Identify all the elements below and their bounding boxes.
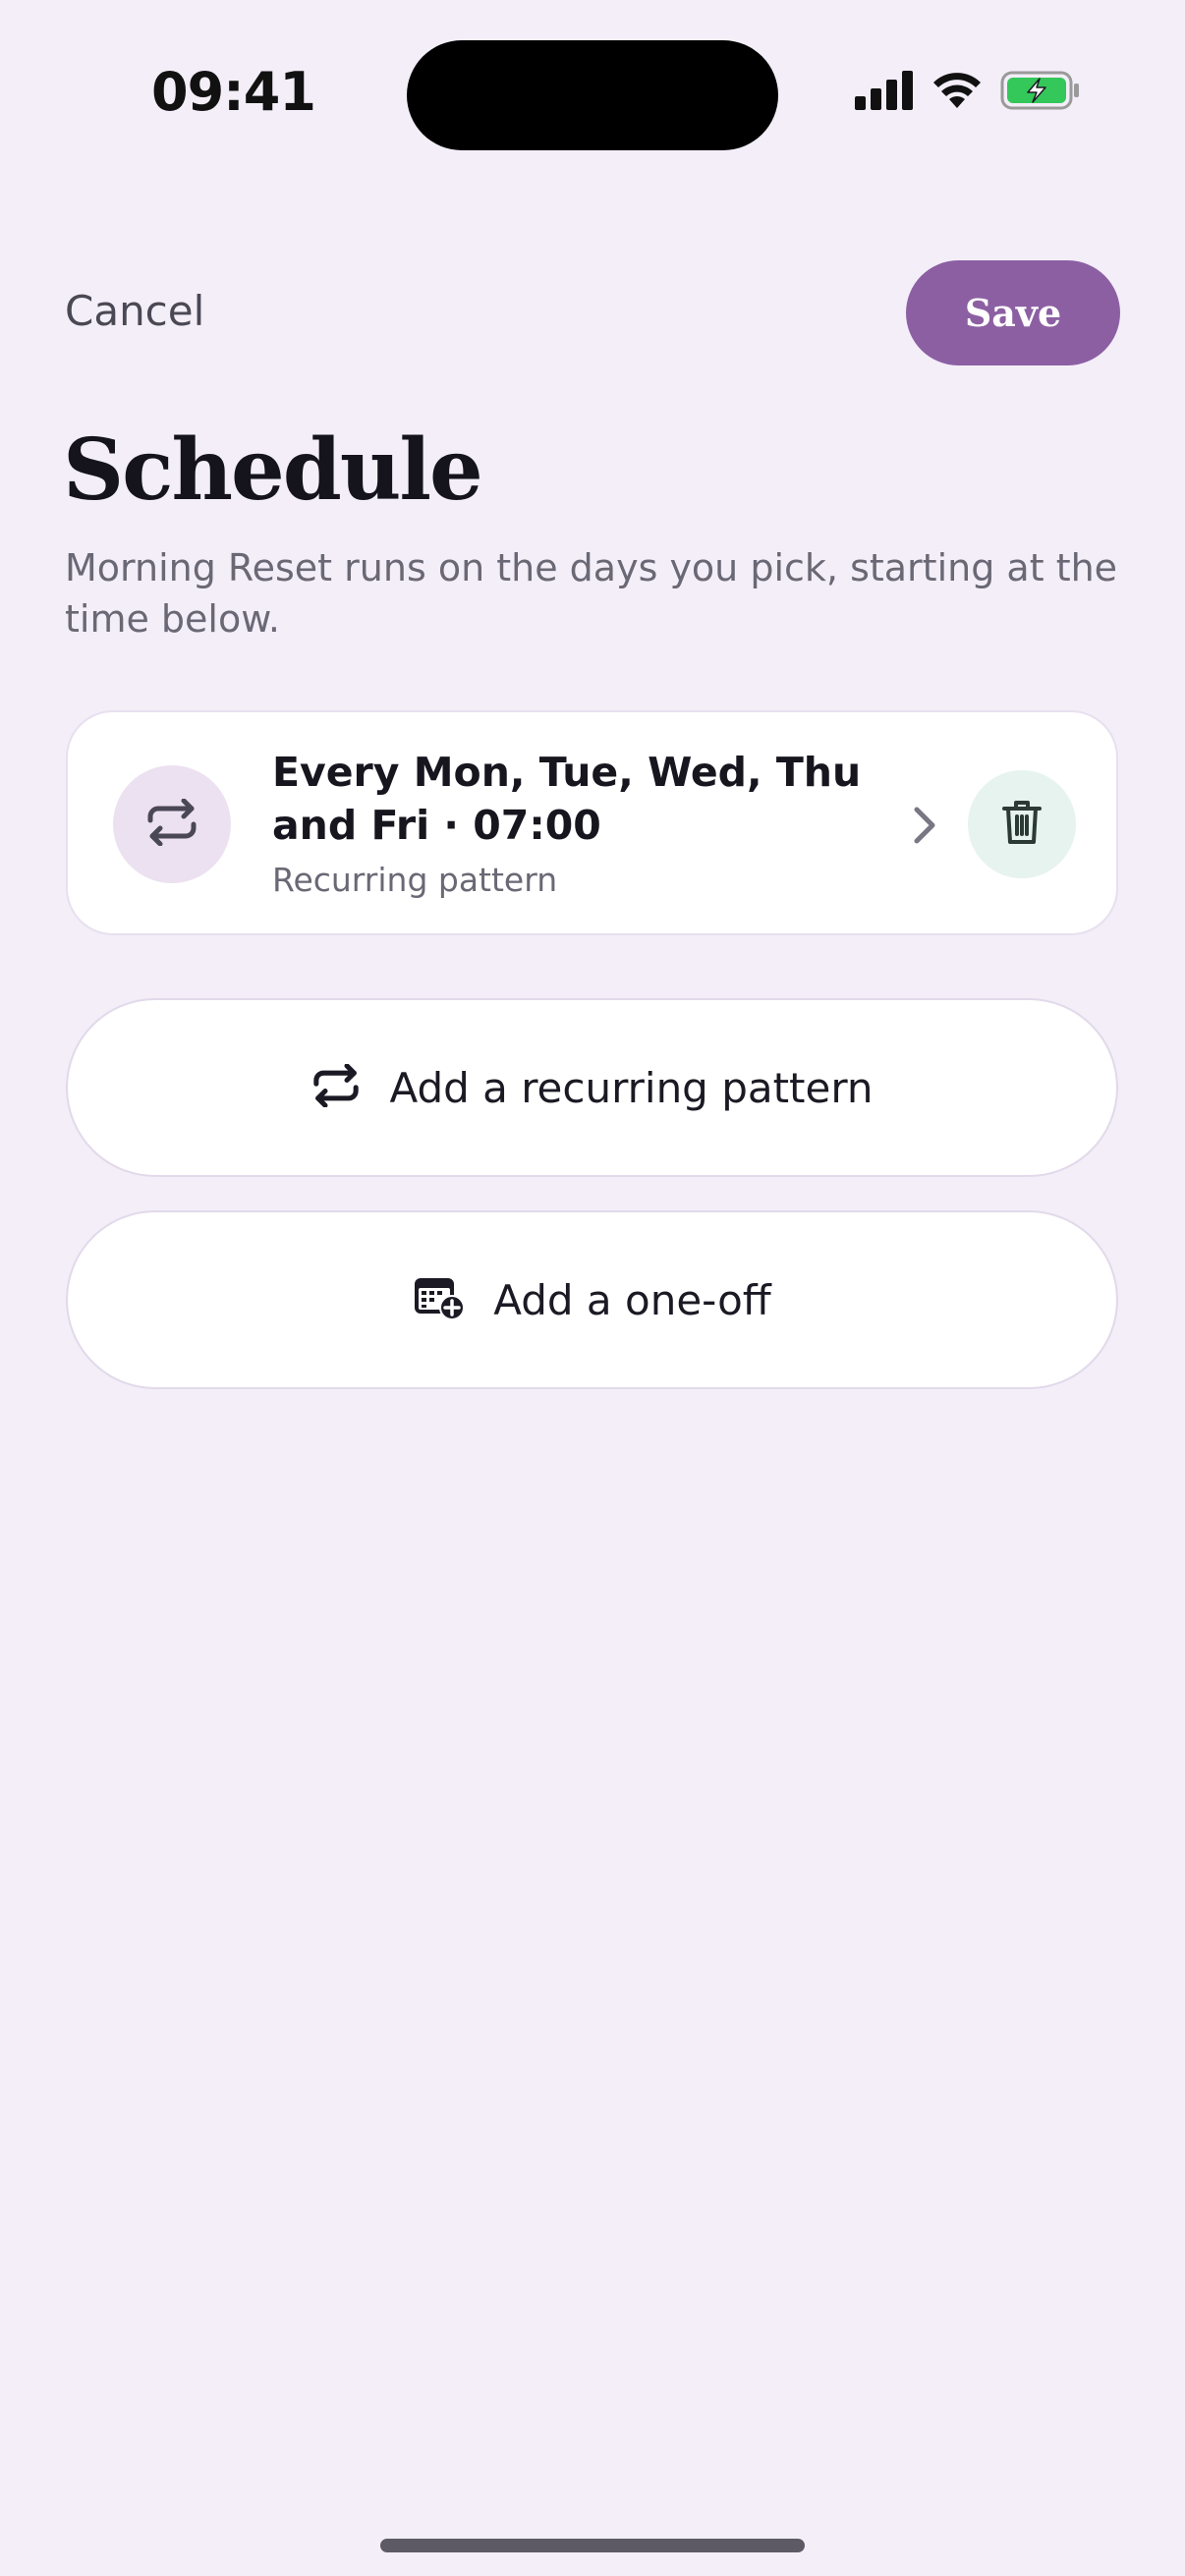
add-recurring-pattern-button[interactable]: Add a recurring pattern: [66, 998, 1118, 1177]
schedule-subtitle: Recurring pattern: [272, 861, 558, 899]
repeat-icon: [144, 798, 199, 850]
calendar-add-icon: [413, 1274, 466, 1325]
status-icons: [855, 71, 1081, 114]
add-one-off-label: Add a one-off: [493, 1275, 771, 1324]
repeat-icon: [310, 1063, 362, 1111]
repeat-badge: [113, 765, 231, 883]
dynamic-island: [407, 40, 778, 150]
schedule-pattern-card[interactable]: Every Mon, Tue, Wed, Thu and Fri · 07:00…: [66, 710, 1118, 935]
add-one-off-button[interactable]: Add a one-off: [66, 1210, 1118, 1389]
schedule-title: Every Mon, Tue, Wed, Thu and Fri · 07:00: [272, 749, 862, 849]
trash-icon: [1002, 799, 1042, 850]
chevron-right-icon[interactable]: [905, 801, 944, 850]
battery-charging-icon: [1000, 71, 1081, 114]
schedule-screen: 09:41 Cancel Save Schedule Morning Reset…: [0, 0, 1185, 2576]
cancel-button[interactable]: Cancel: [65, 287, 204, 335]
home-indicator[interactable]: [380, 2539, 805, 2552]
status-time: 09:41: [151, 61, 316, 123]
wifi-icon: [931, 71, 983, 114]
delete-pattern-button[interactable]: [968, 770, 1076, 878]
page-subtitle: Morning Reset runs on the days you pick,…: [65, 546, 1118, 641]
cellular-signal-icon: [855, 71, 914, 114]
add-recurring-pattern-label: Add a recurring pattern: [389, 1063, 874, 1112]
page-title: Schedule: [63, 420, 483, 520]
save-button[interactable]: Save: [906, 260, 1120, 365]
